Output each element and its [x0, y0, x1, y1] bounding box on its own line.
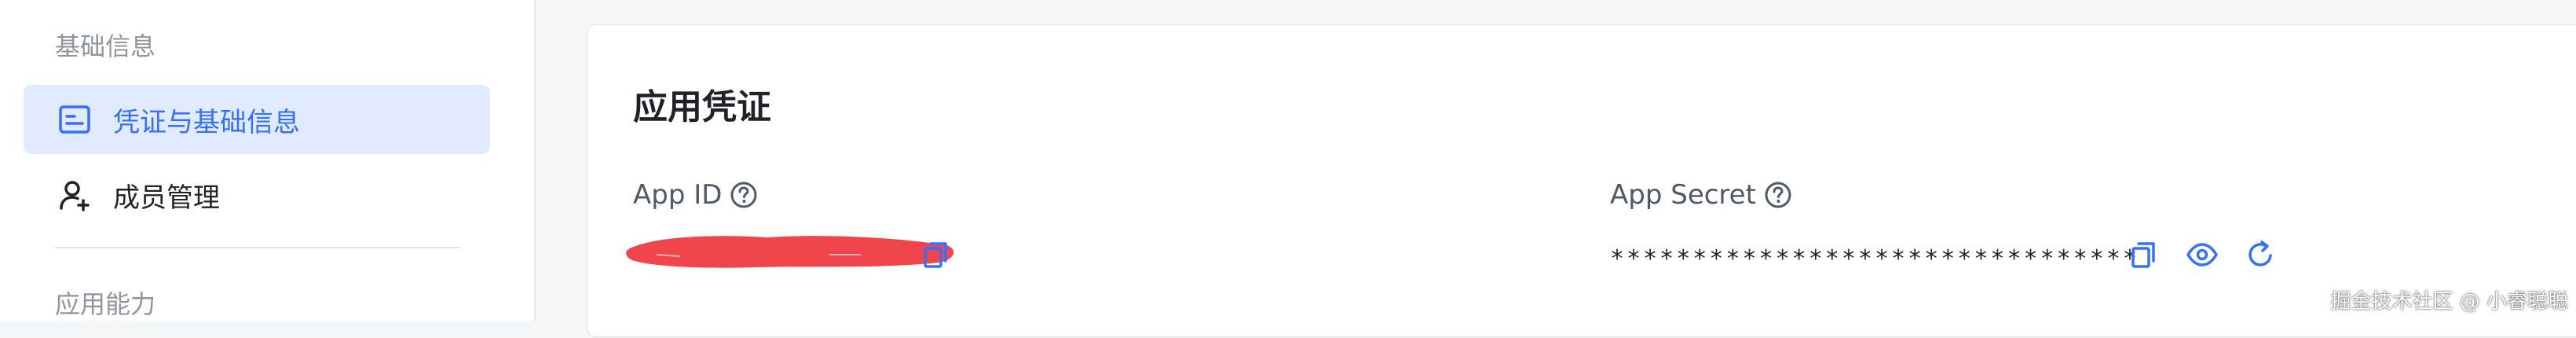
app-secret-label-text: App Secret	[1610, 179, 1756, 211]
page-title: 应用凭证	[633, 87, 771, 127]
reset-secret-button[interactable]	[2243, 239, 2278, 274]
sidebar-item-credentials[interactable]: 凭证与基础信息	[24, 85, 490, 154]
sidebar-divider	[55, 247, 460, 248]
app-secret-value: ********************************	[1610, 245, 2139, 273]
sidebar-item-members[interactable]: 成员管理	[24, 160, 490, 230]
copy-app-secret-button[interactable]	[2127, 239, 2161, 274]
watermark: 掘金技术社区 @ 小睿聪聪	[2330, 290, 2568, 314]
refresh-icon	[2245, 240, 2275, 273]
credentials-card: 应用凭证 App ID App Secret *****************…	[586, 24, 2576, 338]
copy-app-id-button[interactable]	[919, 239, 953, 274]
eye-icon	[2186, 243, 2218, 270]
app-secret-label: App Secret	[1610, 179, 1792, 211]
add-user-icon	[57, 177, 93, 213]
help-circle-icon[interactable]	[1764, 181, 1792, 209]
copy-icon	[2131, 241, 2157, 272]
sidebar-item-label: 成员管理	[113, 182, 220, 214]
app-id-label-text: App ID	[633, 179, 723, 211]
sidebar-item-label: 凭证与基础信息	[113, 106, 300, 138]
id-card-icon	[57, 101, 93, 138]
show-secret-button[interactable]	[2185, 239, 2219, 274]
help-circle-icon[interactable]	[730, 181, 758, 209]
app-id-value-redacted	[625, 231, 958, 270]
sidebar-group-title: 应用能力	[55, 289, 156, 319]
app-id-label: App ID	[633, 179, 758, 211]
sidebar: 基础信息 凭证与基础信息 成员管理 应用能力	[0, 0, 536, 321]
copy-icon	[923, 241, 950, 272]
sidebar-group-title: 基础信息	[55, 31, 156, 61]
